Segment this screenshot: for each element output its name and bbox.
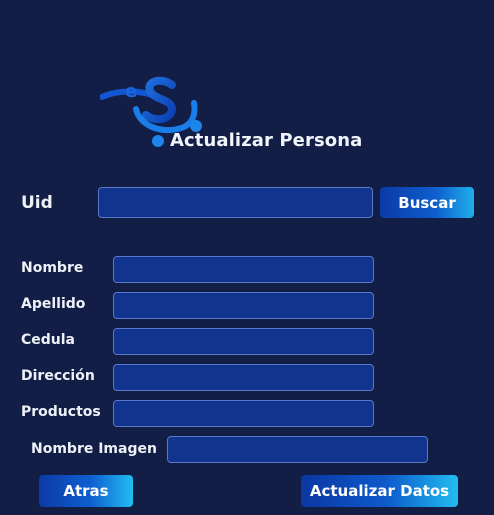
direccion-input[interactable]	[113, 364, 374, 391]
productos-input[interactable]	[113, 400, 374, 427]
nombre-imagen-label: Nombre Imagen	[31, 441, 157, 457]
page-title: Actualizar Persona	[170, 130, 363, 151]
back-button[interactable]: Atras	[39, 475, 133, 507]
uid-label: Uid	[21, 193, 53, 213]
svg-text:e: e	[125, 81, 137, 102]
productos-label: Productos	[21, 404, 101, 420]
search-button[interactable]: Buscar	[380, 187, 474, 218]
cedula-label: Cedula	[21, 332, 76, 348]
nombre-imagen-input[interactable]	[167, 436, 428, 463]
apellido-input[interactable]	[113, 292, 374, 319]
nombre-input[interactable]	[113, 256, 374, 283]
update-data-button[interactable]: Actualizar Datos	[301, 475, 458, 507]
direccion-label: Dirección	[21, 368, 95, 384]
uid-input[interactable]	[98, 187, 373, 218]
apellido-label: Apellido	[21, 296, 86, 312]
nombre-label: Nombre	[21, 260, 84, 276]
cedula-input[interactable]	[113, 328, 374, 355]
